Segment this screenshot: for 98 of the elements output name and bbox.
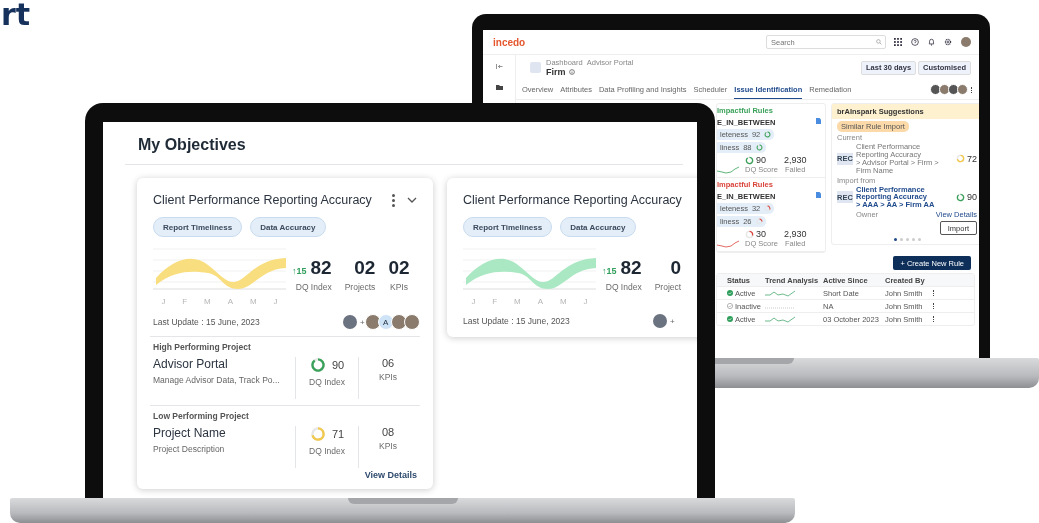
score-ring [745, 155, 754, 165]
stat-label: Projects [344, 282, 376, 292]
month-label: J [161, 297, 166, 306]
pager-dot[interactable] [905, 238, 909, 242]
page-title: My Objectives [137, 135, 247, 155]
app-logo: incedo [493, 36, 526, 48]
score-ring [956, 192, 965, 202]
score-ring [309, 357, 326, 373]
plus-sign: + [360, 317, 365, 327]
score-value: 72 [967, 153, 977, 164]
folder-icon [495, 85, 503, 90]
sparkline-drawing [765, 315, 795, 323]
document-icon [816, 118, 821, 124]
month-label: J [471, 297, 476, 306]
failed-count: 2,930 [783, 229, 807, 239]
card-title: Client Performance Reporting Accuracy [153, 193, 372, 207]
kpi-label: KPIs [379, 372, 397, 382]
kebab-menu-icon[interactable] [392, 193, 395, 207]
month-label: J [273, 297, 278, 306]
stat-value: 82 [620, 257, 642, 279]
month-label: M [559, 297, 567, 306]
project-description: Manage Advisor Data, Track Po... [153, 375, 281, 385]
view-details-link[interactable]: View Details [364, 470, 417, 480]
score-ring [745, 229, 754, 239]
card-title: Client Performance Reporting Accuracy [463, 193, 682, 207]
score-value: 90 [967, 192, 977, 203]
kpi-count: 06 [381, 357, 395, 369]
tag-chip: Report Timeliness [153, 217, 243, 237]
avatar-icon [961, 37, 971, 47]
project-name: Advisor Portal [153, 357, 229, 371]
month-label: A [227, 297, 233, 306]
sparkline-drawing [765, 289, 795, 297]
avatar-icon [343, 315, 357, 329]
tag-chip: Data Accuracy [250, 217, 326, 237]
score-ring [764, 131, 772, 138]
brand-wordmark: rt [1, 0, 31, 30]
project-name: Project Name [153, 426, 227, 440]
stat-label: KPIs [388, 282, 409, 292]
stat-label: Project [654, 282, 682, 292]
month-label: M [514, 297, 521, 306]
score-ring [755, 218, 763, 225]
month-label: A [537, 297, 543, 306]
stat-value: 0 [670, 257, 682, 279]
stat-value: 82 [310, 257, 332, 279]
score-ring [309, 426, 326, 442]
sparkline-drawing [717, 166, 739, 174]
pager-dot[interactable] [893, 238, 897, 242]
stat-value: 02 [354, 257, 376, 279]
help-icon [911, 38, 919, 46]
score-label: DQ Index [309, 377, 345, 387]
stat-label: DQ Index [294, 282, 332, 292]
score-value: 30 [756, 229, 766, 239]
page-title: Firm [546, 67, 566, 77]
stat-label: DQ Index [604, 282, 642, 292]
sparkline-drawing [717, 240, 739, 248]
score-ring [755, 144, 763, 151]
avatar-icon [390, 314, 407, 330]
trend-delta: ↑15 [602, 266, 617, 276]
kpi-label: KPIs [379, 441, 397, 451]
bell-icon [928, 38, 935, 46]
last-update-text: Last Update : 15 June, 2023 [153, 317, 261, 327]
month-label: J [583, 297, 588, 306]
plus-sign: + [670, 316, 675, 326]
app-grid-icon [894, 38, 902, 46]
score-value: 90 [331, 359, 345, 371]
pager-dot[interactable] [899, 238, 903, 242]
failed-count: 2,930 [783, 155, 807, 165]
month-label: M [204, 297, 211, 306]
score-value: 90 [756, 155, 766, 165]
section-heading: High Performing Project [153, 342, 252, 352]
tag-chip: Data Accuracy [560, 217, 636, 237]
kpi-count: 08 [381, 426, 395, 438]
document-icon [816, 192, 821, 198]
settings-icon [944, 38, 952, 46]
stat-value: 02 [388, 257, 410, 279]
score-ring [764, 205, 772, 212]
project-description: Project Description [153, 444, 226, 454]
avatar-initial: A [377, 314, 394, 330]
month-label: F [492, 297, 498, 306]
pager-dot[interactable] [917, 238, 921, 242]
avatar-icon [364, 314, 381, 330]
section-heading: Low Performing Project [153, 411, 250, 421]
last-update-text: Last Update : 15 June, 2023 [463, 316, 571, 326]
chevron-down-icon [407, 197, 417, 203]
avatar-icon [653, 314, 667, 328]
avatar-icon [957, 84, 968, 95]
search-icon [876, 39, 882, 45]
score-ring [956, 154, 965, 164]
trend-delta: ↑15 [292, 266, 307, 276]
collapse-icon [495, 64, 503, 69]
tag-chip: Report Timeliness [463, 217, 553, 237]
month-label: F [182, 297, 188, 306]
month-label: M [249, 297, 257, 306]
info-icon [568, 69, 575, 75]
pager-dot[interactable] [911, 238, 915, 242]
score-label: DQ Index [309, 446, 345, 456]
score-value: 71 [331, 428, 345, 440]
avatar-icon [403, 314, 420, 330]
